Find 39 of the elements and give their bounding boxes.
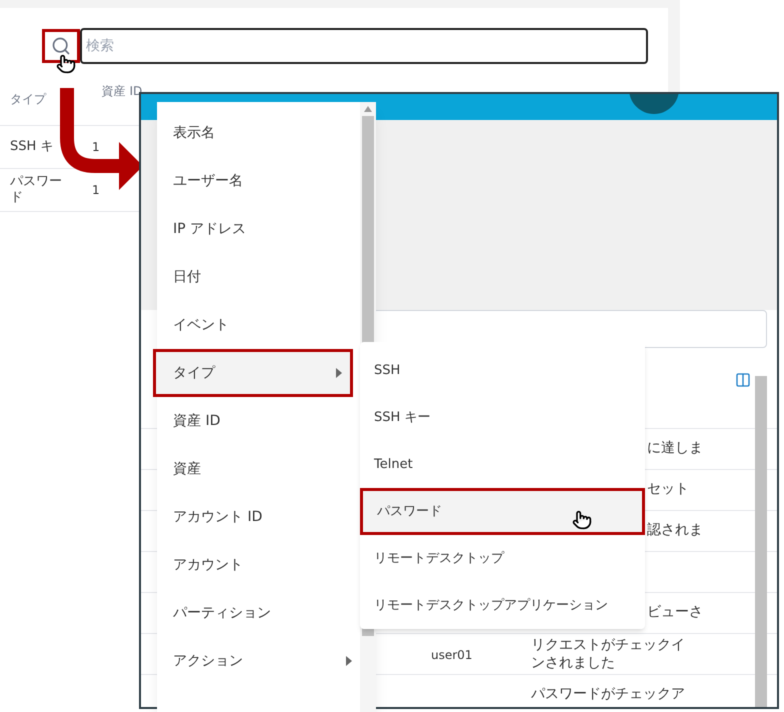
table-cell-text: ビューさ	[647, 603, 704, 621]
menu-item[interactable]: 日付	[157, 253, 360, 301]
table-cell-text: に達しま	[647, 439, 704, 457]
table-cell-text: セット	[647, 480, 690, 498]
hand-cursor-icon	[56, 54, 76, 74]
table-cell: user01	[431, 648, 472, 662]
menu-item[interactable]: アカウント	[157, 541, 360, 589]
scroll-up-icon	[364, 106, 372, 112]
search-icon	[51, 36, 71, 56]
columns-icon[interactable]	[735, 372, 751, 388]
menu-item[interactable]: IP アドレス	[157, 205, 360, 253]
menu-item[interactable]: パーティション	[157, 589, 360, 637]
submenu-arrow-icon	[336, 368, 342, 378]
search-field[interactable]: 検索	[80, 28, 648, 64]
table-cell-text: 認されま	[647, 521, 704, 539]
menu-item[interactable]: 資産 ID	[157, 397, 360, 445]
submenu-arrow-icon	[346, 656, 352, 666]
submenu-item[interactable]: SSH キー	[360, 394, 645, 441]
table-cell-text: 1	[91, 182, 101, 199]
submenu-item[interactable]: Telnet	[360, 441, 645, 488]
menu-item[interactable]: タイプ	[153, 349, 353, 397]
submenu-item[interactable]: リモートデスクトップ	[360, 535, 645, 582]
menu-item[interactable]: 資産	[157, 445, 360, 493]
menu-item[interactable]: アクション	[157, 637, 360, 685]
search-button[interactable]	[42, 29, 80, 63]
hand-cursor-icon	[572, 510, 592, 530]
table-cell-text: パスワードがチェックア	[531, 685, 686, 703]
table-cell-text: パスワード	[10, 174, 63, 206]
submenu-item[interactable]: SSH	[360, 347, 645, 394]
table-cell-text: SSH キ	[10, 138, 54, 156]
column-header: タイプ	[10, 91, 48, 108]
submenu-item[interactable]: パスワード	[360, 488, 645, 535]
menu-item[interactable]: ユーザー名	[157, 157, 360, 205]
menu-item[interactable]: イベント	[157, 301, 360, 349]
table-cell-text: 1	[91, 139, 101, 156]
table-cell-text: リクエストがチェックインされました	[531, 636, 686, 672]
menu-item[interactable]: アカウント ID	[157, 493, 360, 541]
submenu-item[interactable]: リモートデスクトップアプリケーション	[360, 582, 645, 629]
menu-item[interactable]: 表示名	[157, 109, 360, 157]
